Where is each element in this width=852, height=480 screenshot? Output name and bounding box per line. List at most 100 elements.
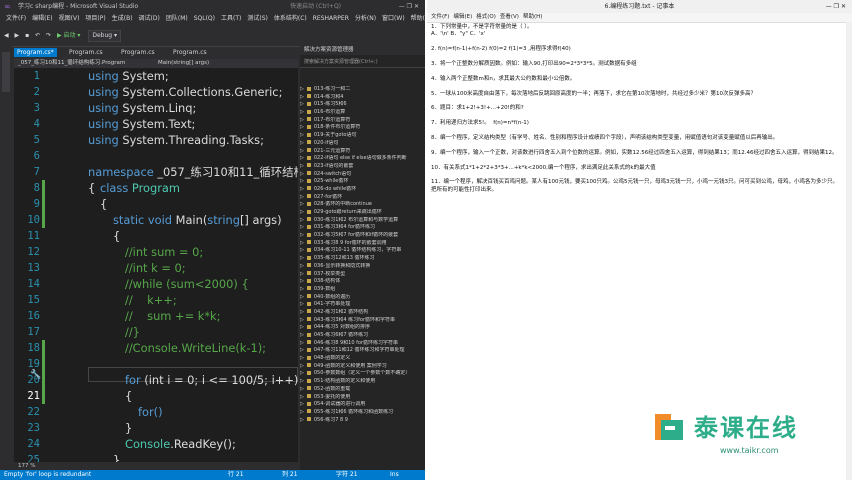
save-icon[interactable]: ▪ [25,26,29,46]
solution-project-item[interactable]: ▷ 047-练习11和12 循环练习和字符串处理 [300,347,425,355]
tab-program-cs-active[interactable]: Program.cs* [14,48,57,57]
undo-icon[interactable]: ↶ [35,26,40,46]
solution-project-item[interactable]: ▷ 038-结构体 [300,278,425,286]
solution-project-item[interactable]: ▷ 025-while循环 [300,178,425,186]
solution-project-item[interactable]: ▷ 039-数组 [300,286,425,294]
solution-project-item[interactable]: ▷ 053-委托的使用 [300,394,425,402]
solution-project-item[interactable]: ▷ 052-函数的重载 [300,386,425,394]
solution-search-input[interactable]: 搜索解决方案资源管理器(Ctrl+;) [300,57,425,68]
notepad-line: 11．编一个程序，解决百钱买百鸡问题。某人有100元钱，要买100只鸡。公鸡5元… [431,179,838,193]
solution-project-item[interactable]: ▷ 031-练习3和4 for循环练习 [300,224,425,232]
code-line: { [100,197,108,211]
menu-edit[interactable]: 编辑(E) [32,13,52,25]
solution-project-item[interactable]: ▷ 015-练习5和6 [300,101,425,109]
menu-test[interactable]: 测试(S) [247,13,268,25]
code-line-current[interactable]: for() [138,404,163,420]
project-icon [306,209,311,214]
back-icon[interactable]: ◀ [4,26,9,46]
visual-studio-window: ∞ 学习c sharp编程 - Microsoft Visual Studio … [0,0,425,480]
window-controls[interactable]: — ❐ ✕ [826,0,846,13]
solution-project-item[interactable]: ▷ 049-函数的定义和使用 案例学习 [300,363,425,371]
solution-project-item[interactable]: ▷ 045-练习6和7 循环练习 [300,332,425,340]
solution-project-label: 052-函数的重载 [313,385,351,392]
project-icon [306,370,311,375]
solution-project-item[interactable]: ▷ 056-练习7 8 9 [300,417,425,425]
solution-project-item[interactable]: ▷ 016-布尔运算 [300,109,425,117]
menu-tools[interactable]: 工具(T) [221,13,241,25]
solution-project-item[interactable]: ▷ 026-do while循环 [300,186,425,194]
code-line: { [88,181,96,195]
menu-architecture[interactable]: 体系结构(C) [274,13,307,25]
solution-project-item[interactable]: ▷ 017-布尔运算符 [300,117,425,125]
solution-project-item[interactable]: ▷ 042-练习1和2 循环结构 [300,309,425,317]
np-menu-view[interactable]: 查看(V) [500,13,519,22]
solution-project-item[interactable]: ▷ 050-参数数组（定义一个参数个数不确定） [300,370,425,378]
toolbox-side-tab[interactable] [0,46,12,470]
project-icon [306,109,311,114]
solution-project-item[interactable]: ▷ 028-循环的中断continue [300,201,425,209]
menu-file[interactable]: 文件(F) [6,13,26,25]
solution-project-item[interactable]: ▷ 041-字符串处理 [300,301,425,309]
zoom-level[interactable]: 177 % [14,462,298,470]
solution-project-label: 055-练习1和6 循环练习和函数练习 [313,408,394,415]
solution-project-item[interactable]: ▷ 040-数组的遍历 [300,294,425,302]
menu-resharper[interactable]: RESHARPER [313,13,349,25]
quick-launch-input[interactable]: 快速启动 (Ctrl+Q) [290,0,341,13]
class-dropdown[interactable]: _057_练习10和11_循环结构练习.Program [18,59,125,68]
np-menu-format[interactable]: 格式(O) [476,13,496,22]
code-editor[interactable]: 1 2 3 4 5 6 7 8 9 10 11 12 13 14 15 16 1… [14,68,298,462]
solution-project-item[interactable]: ▷ 054-调试器的进行调用 [300,401,425,409]
notepad-text-area[interactable]: 1．下列常量中，不是字符常量的是（ ）。 A．'\n' B．"y" C．'x' 2.… [431,24,843,194]
tab-program-cs-3[interactable]: Program.cs [118,48,158,57]
start-debug-button[interactable]: ▶ 启动 ▾ [57,26,80,46]
solution-project-item[interactable]: ▷ 019-关于goto语句 [300,132,425,140]
solution-project-item[interactable]: ▷ 051-结构函数的定义和使用 [300,378,425,386]
tab-program-cs-4[interactable]: Program.cs [170,48,210,57]
menu-team[interactable]: 团队(M) [166,13,188,25]
menu-sql[interactable]: SQL(Q) [194,13,215,25]
project-icon [306,271,311,275]
solution-project-item[interactable]: ▷ 043-练习3和4 练习for循环和字符串 [300,317,425,325]
solution-project-item[interactable]: ▷ 027-for循环 [300,194,425,202]
solution-project-item[interactable]: ▷ 023-if语句的嵌套 [300,163,425,171]
solution-project-item[interactable]: ▷ 034-练习10-11 循环结构练习，字符串 [300,247,425,255]
menu-window[interactable]: 窗口(W) [382,13,405,25]
solution-project-item[interactable]: ▷ 033-练习8 9 for循环的嵌套调用 [300,240,425,248]
solution-project-item[interactable]: ▷ 013-练习一和二 [300,86,425,94]
menu-help[interactable]: 帮助(H) [411,13,425,25]
quick-action-wrench-icon[interactable]: 🔧 [30,370,41,380]
solution-project-item[interactable]: ▷ 030-练习1和2 布尔运算和与数学运算 [300,217,425,225]
solution-project-item[interactable]: ▷ 035-练习12和13 循环练习 [300,255,425,263]
tab-program-cs-2[interactable]: Program.cs [66,48,106,57]
redo-icon[interactable]: ↷ [46,26,51,46]
status-insert-mode: Ins [390,471,399,478]
menu-debug[interactable]: 调试(D) [139,13,160,25]
menu-build[interactable]: 生成(B) [112,13,133,25]
solution-project-item[interactable]: ▷ 044-练习5 对数组的排序 [300,324,425,332]
solution-project-item[interactable]: ▷ 020-if语句 [300,140,425,148]
solution-project-item[interactable]: ▷ 036-显示转换和隐式转换 [300,263,425,271]
np-menu-help[interactable]: 帮助(H) [523,13,542,22]
menu-view[interactable]: 视图(V) [59,13,80,25]
menu-project[interactable]: 项目(P) [85,13,105,25]
solution-project-item[interactable]: ▷ 055-练习1和6 循环练习和函数练习 [300,409,425,417]
solution-project-item[interactable]: ▷ 032-练习5和7 for循环和if循环的嵌套 [300,232,425,240]
menu-analyze[interactable]: 分析(N) [355,13,376,25]
solution-project-item[interactable]: ▷ 029-goto跟return来跳出循环 [300,209,425,217]
solution-project-item[interactable]: ▷ 024-switch语句 [300,171,425,179]
np-menu-file[interactable]: 文件(F) [431,13,449,22]
solution-project-item[interactable]: ▷ 018-条件布尔运算符 [300,124,425,132]
solution-project-item[interactable]: ▷ 048-函数的定义 [300,355,425,363]
solution-project-item[interactable]: ▷ 022-if语句 else if else语句做多条件判断 [300,155,425,163]
np-menu-edit[interactable]: 编辑(E) [453,13,472,22]
solution-project-item[interactable]: ▷ 021-三元运算符 [300,148,425,156]
code-line: using System.Linq; [88,101,197,115]
solution-project-item[interactable]: ▷ 037-枚举类型 [300,271,425,279]
notepad-scrollbar[interactable] [846,22,852,480]
configuration-dropdown[interactable]: Debug ▾ [88,30,122,42]
solution-project-item[interactable]: ▷ 046-练习8 9和10 for循环练习字符串 [300,340,425,348]
window-controls[interactable]: — ❐ ✕ [399,0,419,13]
solution-project-item[interactable]: ▷ 014-练习和4 [300,94,425,102]
forward-icon[interactable]: ▶ [15,26,20,46]
member-dropdown[interactable]: Main(string[] args) [158,59,209,68]
